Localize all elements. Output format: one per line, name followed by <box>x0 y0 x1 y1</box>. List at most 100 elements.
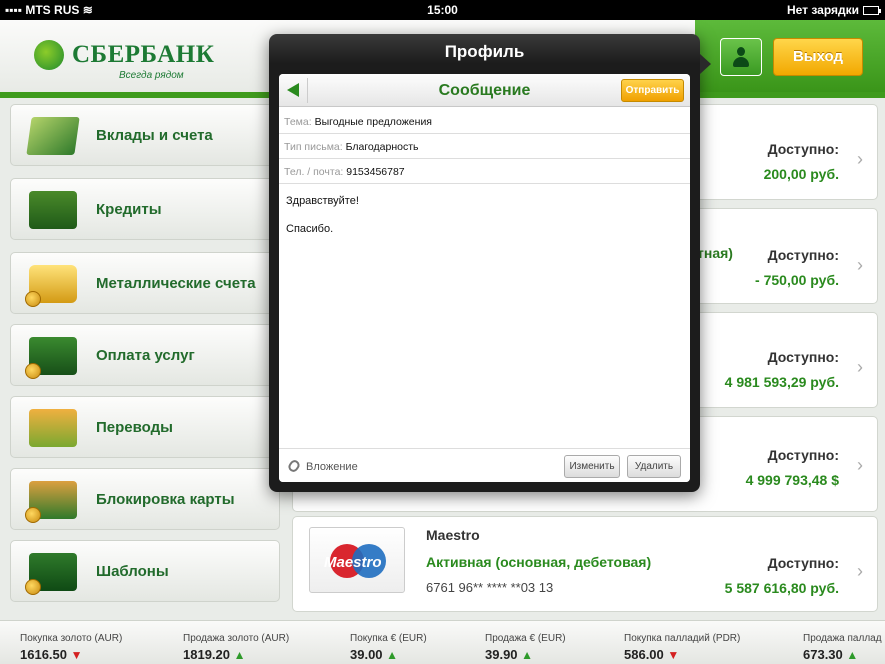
field-label: Тип письма: <box>284 141 343 153</box>
wallet-icon <box>29 191 77 229</box>
attachment-link[interactable]: Вложение <box>306 461 358 473</box>
trend-up-icon: ▲ <box>386 648 399 662</box>
chevron-right-icon: › <box>857 357 863 377</box>
ticker-label: Покупка золото (AUR) <box>20 633 123 644</box>
message-body-line: Здравствуйте! <box>286 195 359 207</box>
edit-button[interactable]: Изменить <box>564 455 620 478</box>
ticker-item: Продажа € (EUR) 39.90 ▲ <box>485 633 566 662</box>
chevron-right-icon: › <box>857 455 863 475</box>
ticker-item: Покупка золото (AUR) 1616.50 ▼ <box>20 633 122 662</box>
header-actions: Выход <box>695 20 885 92</box>
briefcase-icon <box>25 337 77 379</box>
available-label: Доступно: <box>767 141 839 157</box>
sidebar-item-label: Оплата услуг <box>96 347 195 364</box>
ticker-item: Продажа золото (AUR) 1819.20 ▲ <box>183 633 289 662</box>
trend-down-icon: ▼ <box>70 648 83 662</box>
status-bar: ▪▪▪▪ MTS RUS ≋ 15:00 Нет зарядки <box>0 0 885 20</box>
field-label: Тел. / почта: <box>284 166 344 178</box>
chevron-right-icon: › <box>857 149 863 169</box>
ticker-item: Покупка € (EUR) 39.00 ▲ <box>350 633 427 662</box>
logo-mark-icon <box>34 40 64 70</box>
delete-button[interactable]: Удалить <box>627 455 681 478</box>
sidebar-item-metal-accounts[interactable]: Металлические счета <box>10 252 280 314</box>
ticker-value: 673.30 <box>803 647 843 662</box>
subject-field[interactable]: Тема: Выгодные предложения <box>279 109 690 134</box>
field-value: Выгодные предложения <box>314 116 432 128</box>
message-actions: Вложение Изменить Удалить <box>279 448 690 482</box>
ticker-label: Продажа паллад <box>803 633 882 644</box>
popover-title: Профиль <box>444 42 525 61</box>
sidebar-item-label: Блокировка карты <box>96 491 235 508</box>
available-label: Доступно: <box>767 555 839 571</box>
sidebar-item-templates[interactable]: Шаблоны <box>10 540 280 602</box>
card-number: 6761 96** **** **03 13 <box>426 580 554 595</box>
available-label: Доступно: <box>767 349 839 365</box>
letter-type-field[interactable]: Тип письма: Благодарность <box>279 134 690 159</box>
ticker-label: Продажа золото (AUR) <box>183 633 290 644</box>
card-status: Активная (основная, дебетовая) <box>426 554 652 570</box>
sidebar-item-label: Металлические счета <box>96 275 256 292</box>
profile-button[interactable] <box>720 38 762 76</box>
ticker-value: 39.90 <box>485 647 518 662</box>
account-row-maestro[interactable]: Maestro Maestro Активная (основная, дебе… <box>292 516 878 612</box>
trend-up-icon: ▲ <box>521 648 534 662</box>
folder-icon <box>25 553 77 595</box>
sidebar-item-card-block[interactable]: Блокировка карты <box>10 468 280 530</box>
ticker-label: Покупка палладий (PDR) <box>624 633 741 644</box>
available-amount: 5 587 616,80 руб. <box>724 580 839 596</box>
account-status-fragment: тная) <box>697 245 733 261</box>
ticker-value: 586.00 <box>624 647 664 662</box>
battery-status: Нет зарядки <box>786 3 881 17</box>
card-name: Maestro <box>426 527 480 543</box>
message-toolbar: Сообщение Отправить <box>279 74 690 107</box>
sidebar-item-deposits[interactable]: Вклады и счета <box>10 104 280 166</box>
ticker-item: Продажа паллад 673.30 ▲ <box>803 633 882 662</box>
sidebar-item-transfers[interactable]: Переводы <box>10 396 280 458</box>
brand-slogan: Всегда рядом <box>119 70 184 81</box>
trend-down-icon: ▼ <box>667 648 680 662</box>
gold-bars-icon <box>25 265 77 307</box>
available-label: Доступно: <box>767 447 839 463</box>
trend-up-icon: ▲ <box>233 648 246 662</box>
available-amount: 200,00 руб. <box>763 166 839 182</box>
battery-label: Нет зарядки <box>786 3 859 17</box>
send-button[interactable]: Отправить <box>621 79 684 102</box>
clock: 15:00 <box>427 3 458 17</box>
cash-icon <box>26 117 80 155</box>
ticker-label: Покупка € (EUR) <box>350 633 427 644</box>
rates-ticker: Покупка золото (AUR) 1616.50 ▼ Продажа зо… <box>0 620 885 664</box>
message-body-line: Спасибо. <box>286 223 334 235</box>
field-value: 9153456787 <box>346 166 405 178</box>
person-icon <box>732 47 750 67</box>
lock-icon <box>25 481 77 523</box>
ticker-value: 1819.20 <box>183 647 230 662</box>
message-form: Сообщение Отправить Тема: Выгодные предл… <box>279 74 690 482</box>
field-label: Тема: <box>284 116 312 128</box>
logout-button[interactable]: Выход <box>773 38 863 76</box>
popover-arrow <box>700 54 711 74</box>
chevron-right-icon: › <box>857 561 863 581</box>
chevron-right-icon: › <box>857 255 863 275</box>
ticker-item: Покупка палладий (PDR) 586.00 ▼ <box>624 633 740 662</box>
sidebar-item-payments[interactable]: Оплата услуг <box>10 324 280 386</box>
ticker-label: Продажа € (EUR) <box>485 633 566 644</box>
maestro-card-icon: Maestro <box>309 527 405 593</box>
ticker-value: 39.00 <box>350 647 383 662</box>
available-amount: 4 999 793,48 $ <box>745 472 839 488</box>
sidebar-item-label: Кредиты <box>96 201 162 218</box>
available-label: Доступно: <box>767 247 839 263</box>
field-value: Благодарность <box>345 141 419 153</box>
available-amount: - 750,00 руб. <box>755 272 839 288</box>
profile-popover: Профиль Сообщение Отправить Тема: Выгодн… <box>269 34 711 492</box>
brand-name: СБЕРБАНК <box>72 41 215 68</box>
sidebar-item-credits[interactable]: Кредиты <box>10 178 280 240</box>
trend-up-icon: ▲ <box>846 648 859 662</box>
card-logo-text: Maestro <box>324 554 382 571</box>
battery-icon <box>863 5 881 15</box>
sidebar-item-label: Вклады и счета <box>96 127 213 144</box>
sberbank-logo: СБЕРБАНК Всегда рядом <box>34 40 215 81</box>
paperclip-icon <box>286 458 302 474</box>
ticker-value: 1616.50 <box>20 647 67 662</box>
transfer-icon <box>29 409 77 447</box>
contact-field[interactable]: Тел. / почта: 9153456787 <box>279 159 690 184</box>
